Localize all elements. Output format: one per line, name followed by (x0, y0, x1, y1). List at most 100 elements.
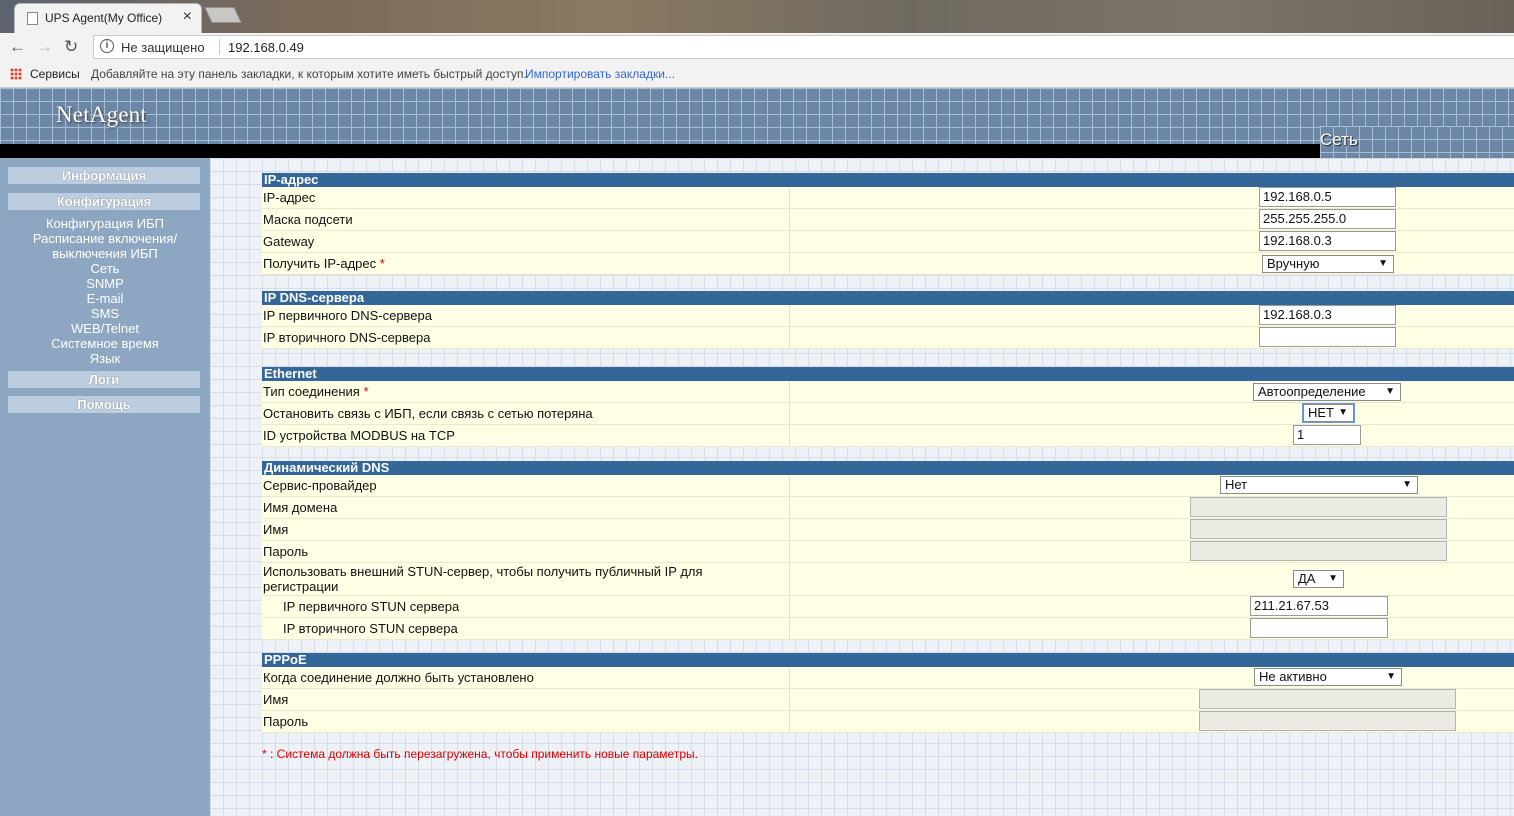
page-header: NetAgent (0, 88, 1514, 146)
stop-ups-select[interactable]: НЕТ ▼ (1302, 403, 1355, 423)
sidebar-config-button[interactable]: Конфигурация (8, 193, 200, 210)
dns-primary-row: IP первичного DNS-сервера 192.168.0.3 (262, 305, 1514, 327)
ddns-provider-row: Сервис-провайдер Нет ▼ (262, 475, 1514, 497)
modbus-id-label: ID устройства MODBUS на TCP (263, 428, 455, 443)
stun-primary-row: IP первичного STUN сервера 211.21.67.53 (262, 596, 1514, 618)
back-arrow-icon[interactable]: ← (9, 37, 26, 57)
sidebar-help-button[interactable]: Помощь (8, 396, 200, 413)
ddns-password-input[interactable] (1190, 541, 1447, 561)
dns-primary-label: IP первичного DNS-сервера (263, 308, 432, 323)
stun-primary-input[interactable]: 211.21.67.53 (1250, 596, 1388, 616)
sidebar-item-network[interactable]: Сеть (0, 261, 210, 276)
dns-secondary-label: IP вторичного DNS-сервера (263, 330, 431, 345)
required-mark: * (379, 256, 385, 271)
sidebar-item-sms[interactable]: SMS (0, 306, 210, 321)
pppoe-when-select[interactable]: Не активно ▼ (1254, 668, 1402, 686)
column-divider (789, 209, 790, 230)
ip-address-input[interactable]: 192.168.0.5 (1259, 187, 1396, 207)
security-status[interactable]: Не защищено (121, 40, 205, 55)
obtain-ip-select[interactable]: Вручную ▼ (1262, 255, 1394, 273)
apps-link[interactable]: Сервисы (30, 67, 80, 81)
stun-enable-select[interactable]: ДА ▼ (1293, 570, 1344, 588)
page-favicon-icon (27, 12, 38, 25)
page-title: Сеть (1320, 130, 1358, 149)
sidebar-item-email[interactable]: E-mail (0, 291, 210, 306)
subnet-mask-input[interactable]: 255.255.255.0 (1259, 209, 1396, 229)
pppoe-name-label: Имя (263, 692, 289, 707)
stun-enable-label-line1: Использовать внешний STUN-сервер, чтобы … (263, 564, 703, 579)
ddns-password-row: Пароль (262, 541, 1514, 563)
column-divider (789, 541, 790, 562)
obtain-ip-label-text: Получить IP-адрес (263, 256, 377, 271)
sidebar: Информация Конфигурация Конфигурация ИБП… (0, 158, 210, 816)
obtain-ip-row: Получить IP-адрес * Вручную ▼ (262, 253, 1514, 275)
ddns-name-input[interactable] (1190, 519, 1447, 539)
pppoe-password-label: Пароль (263, 714, 309, 729)
sidebar-item-language[interactable]: Язык (0, 351, 210, 366)
column-divider (789, 425, 790, 446)
netagent-logo: NetAgent (56, 102, 148, 127)
column-divider (789, 403, 790, 424)
connection-type-label: Тип соединения * (263, 384, 369, 399)
info-icon[interactable]: i (100, 39, 114, 53)
url-text[interactable]: 192.168.0.49 (228, 40, 304, 55)
connection-type-row: Тип соединения * Автоопределение ▼ (262, 381, 1514, 403)
sidebar-item-snmp[interactable]: SNMP (0, 276, 210, 291)
sidebar-item-ups-config[interactable]: Конфигурация ИБП (0, 216, 210, 231)
ip-section-title: IP-адрес (262, 173, 1514, 187)
stun-enable-label: Использовать внешний STUN-сервер, чтобы … (263, 564, 703, 594)
ddns-section-title: Динамический DNS (262, 461, 1514, 475)
column-divider (789, 475, 790, 496)
sidebar-item-schedule[interactable]: Расписание включения/ (0, 231, 210, 246)
sidebar-item-schedule-cont[interactable]: выключения ИБП (0, 246, 210, 261)
dns-primary-input[interactable]: 192.168.0.3 (1259, 305, 1396, 325)
apps-grid-icon[interactable] (10, 68, 22, 80)
stop-ups-row: Остановить связь с ИБП, если связь с сет… (262, 403, 1514, 425)
stun-enable-select-value: ДА (1298, 571, 1316, 586)
browser-tab[interactable]: UPS Agent(My Office) × (14, 3, 202, 33)
gateway-input[interactable]: 192.168.0.3 (1259, 231, 1396, 251)
stun-enable-label-line2: регистрации (263, 579, 339, 594)
pppoe-name-input[interactable] (1199, 689, 1456, 709)
pppoe-password-row: Пароль (262, 711, 1514, 733)
dns-secondary-input[interactable] (1259, 327, 1396, 347)
modbus-id-row: ID устройства MODBUS на TCP 1 (262, 425, 1514, 447)
stun-secondary-input[interactable] (1250, 618, 1388, 638)
sidebar-item-web-telnet[interactable]: WEB/Telnet (0, 321, 210, 336)
sidebar-item-system-time[interactable]: Системное время (0, 336, 210, 351)
new-tab-button[interactable] (204, 7, 242, 23)
ethernet-section-title: Ethernet (262, 367, 1514, 381)
connection-type-select[interactable]: Автоопределение ▼ (1253, 383, 1401, 401)
import-bookmarks-link[interactable]: Импортировать закладки... (525, 67, 675, 81)
dns-section-title: IP DNS-сервера (262, 291, 1514, 305)
reload-icon[interactable]: ↻ (64, 37, 78, 57)
column-divider (789, 253, 790, 274)
bookmarks-bar: Сервисы Добавляйте на эту панель закладк… (0, 62, 1514, 88)
column-divider (789, 381, 790, 402)
main-content: IP-адрес IP-адрес 192.168.0.5 Маска подс… (210, 158, 1514, 816)
column-divider (789, 305, 790, 326)
obtain-ip-select-value: Вручную (1267, 256, 1320, 271)
chevron-down-icon: ▼ (1328, 573, 1338, 584)
ddns-domain-row: Имя домена (262, 497, 1514, 519)
tab-close-icon[interactable]: × (183, 8, 192, 26)
pppoe-section: PPPoE Когда соединение должно быть устан… (262, 653, 1514, 733)
modbus-id-input[interactable]: 1 (1293, 425, 1361, 445)
pppoe-password-input[interactable] (1199, 711, 1456, 731)
stop-ups-label: Остановить связь с ИБП, если связь с сет… (263, 406, 593, 421)
address-divider (219, 39, 220, 55)
ddns-provider-select[interactable]: Нет ▼ (1220, 476, 1418, 494)
column-divider (789, 497, 790, 518)
sidebar-info-button[interactable]: Информация (8, 167, 200, 184)
forward-arrow-icon[interactable]: → (36, 37, 53, 57)
ddns-section: Динамический DNS Сервис-провайдер Нет ▼ … (262, 461, 1514, 640)
address-toolbar: ← → ↻ i Не защищено 192.168.0.49 (0, 33, 1514, 62)
connection-type-select-value: Автоопределение (1258, 384, 1366, 399)
chevron-down-icon: ▼ (1402, 479, 1412, 490)
required-mark: * (363, 384, 369, 399)
ddns-domain-input[interactable] (1190, 497, 1447, 517)
address-bar[interactable]: i Не защищено 192.168.0.49 (93, 35, 1514, 59)
stun-secondary-label: IP вторичного STUN сервера (283, 621, 458, 636)
column-divider (789, 689, 790, 710)
sidebar-logs-button[interactable]: Логи (8, 371, 200, 388)
